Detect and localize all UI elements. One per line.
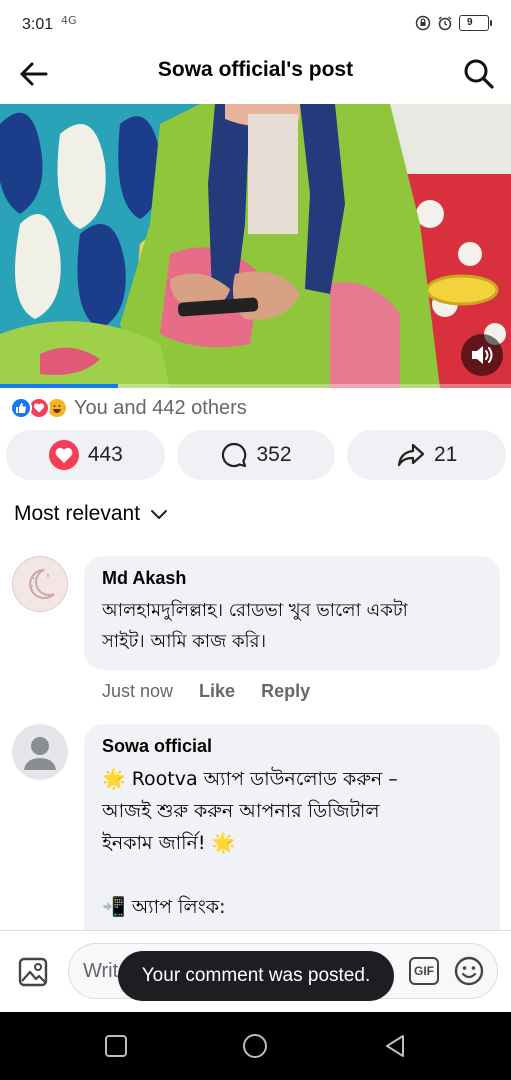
heart-icon <box>48 440 79 470</box>
comment-bubble-icon <box>222 442 247 468</box>
back-icon[interactable] <box>381 1032 409 1060</box>
comment-like-button[interactable]: Like <box>199 681 235 702</box>
home-icon[interactable] <box>241 1032 269 1060</box>
comment-author[interactable]: Md Akash <box>102 568 482 589</box>
avatar[interactable] <box>12 724 68 780</box>
video-progress-bar[interactable] <box>0 384 511 388</box>
share-count: 21 <box>434 443 458 466</box>
system-nav-bar <box>0 1012 511 1080</box>
post-actions: 443 352 21 <box>6 430 507 480</box>
comment-bubble[interactable]: Md Akash আলহামদুলিল্লাহ। রোডভা খুব ভালো … <box>84 556 500 670</box>
post-header: Sowa official's post <box>0 52 511 104</box>
gif-button[interactable]: GIF <box>409 957 439 985</box>
volume-button[interactable] <box>461 334 503 376</box>
comment-count: 352 <box>256 443 292 466</box>
search-icon[interactable] <box>461 56 497 92</box>
comment-author[interactable]: Sowa official <box>102 736 482 757</box>
page-title: Sowa official's post <box>157 58 354 81</box>
gallery-icon[interactable] <box>16 955 50 989</box>
video-progress-fill <box>0 384 118 388</box>
share-arrow-icon <box>397 443 425 467</box>
comment-meta: Just now Like Reply <box>102 681 310 702</box>
moon-avatar-icon <box>29 569 55 599</box>
comment-sort-dropdown[interactable]: Most relevant <box>14 502 170 526</box>
comment-time: Just now <box>102 681 174 701</box>
like-reaction-icon <box>10 397 32 419</box>
avatar[interactable] <box>12 556 68 612</box>
like-button[interactable]: 443 <box>6 430 165 480</box>
post-video[interactable] <box>0 104 511 388</box>
emoji-icon[interactable] <box>453 955 485 987</box>
reactions-summary[interactable]: You and 442 others <box>10 394 247 422</box>
reactions-summary-text: You and 442 others <box>74 396 247 419</box>
toast-notification: Your comment was posted. <box>118 951 394 1001</box>
video-frame <box>0 104 511 388</box>
battery-icon: 9 <box>459 15 492 31</box>
comment-item: Md Akash আলহামদুলিল্লাহ। রোডভা খুব ভালো … <box>12 556 500 716</box>
sort-label: Most relevant <box>14 502 141 525</box>
status-time: 3:01 <box>22 16 54 33</box>
default-user-icon <box>24 737 56 770</box>
recent-apps-icon[interactable] <box>102 1032 130 1060</box>
comment-item: Sowa official 🌟 Rootva অ্যাপ ডাউনলোড করু… <box>12 724 500 930</box>
share-button[interactable]: 21 <box>347 430 507 480</box>
comment-text: 🌟 Rootva অ্যাপ ডাউনলোড করুন – আজই শুরু ক… <box>102 768 398 918</box>
alarm-icon <box>438 16 452 31</box>
comment-bubble[interactable]: Sowa official 🌟 Rootva অ্যাপ ডাউনলোড করু… <box>84 724 500 930</box>
comment-reply-button[interactable]: Reply <box>261 681 310 702</box>
status-bar: 3:01 4G 9 <box>0 0 511 52</box>
comment-button[interactable]: 352 <box>176 430 336 480</box>
volume-icon <box>472 346 493 364</box>
status-icons: 9 <box>415 15 492 31</box>
chevron-down-icon <box>151 510 168 519</box>
signal-icon: 4G <box>61 14 77 27</box>
comment-text: আলহামদুলিল্লাহ। রোডভা খুব ভালো একটা সাইট… <box>102 600 408 652</box>
lock-rotation-icon <box>415 15 431 31</box>
like-count: 443 <box>87 443 123 466</box>
